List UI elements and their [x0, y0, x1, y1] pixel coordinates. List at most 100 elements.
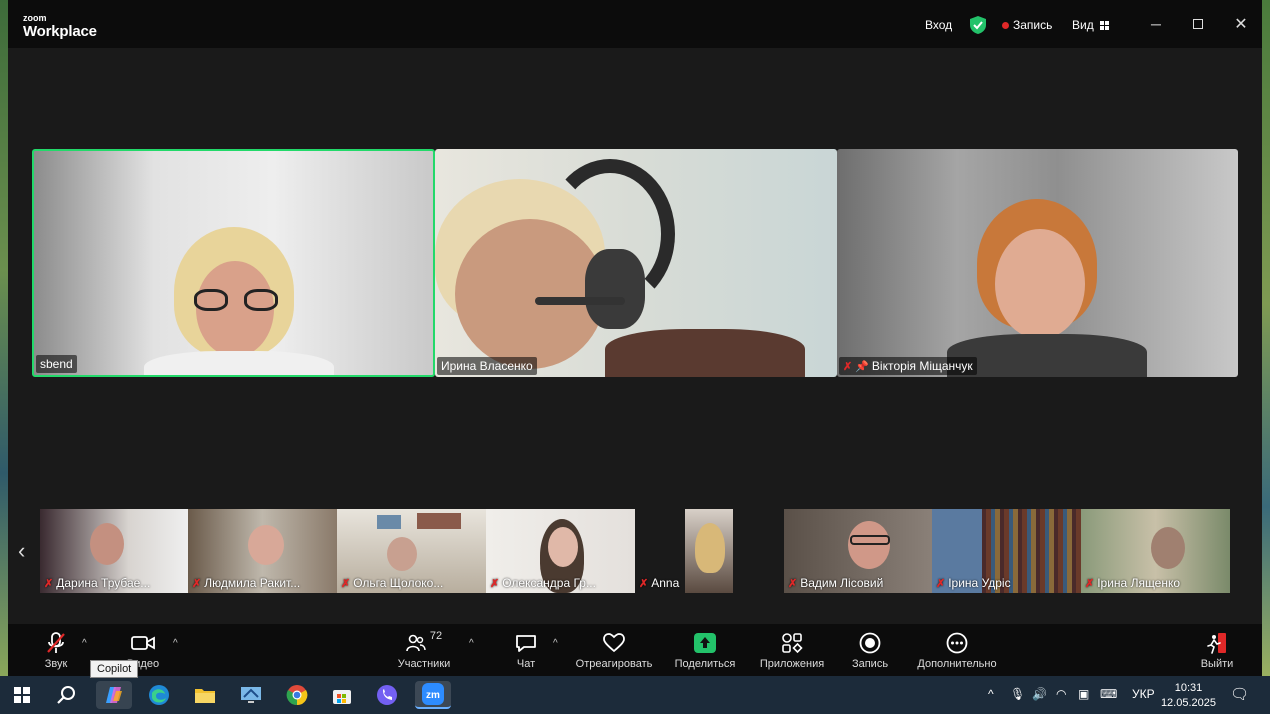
- desktop-wallpaper-left: [0, 0, 8, 676]
- chrome-button[interactable]: [279, 681, 315, 709]
- copilot-button[interactable]: [96, 681, 132, 709]
- participant-body: [144, 351, 334, 375]
- tray-mic-icon[interactable]: 🎙: [1010, 687, 1025, 701]
- view-button[interactable]: Вид: [1072, 18, 1109, 32]
- file-explorer-button[interactable]: [187, 681, 223, 709]
- recording-status[interactable]: Запись: [1002, 18, 1052, 32]
- apps-label: Приложения: [759, 658, 825, 670]
- react-button[interactable]: Отреагировать: [569, 630, 659, 670]
- participants-caret-icon[interactable]: ^: [469, 638, 474, 649]
- more-label: Дополнительно: [917, 658, 997, 670]
- chrome-icon: [286, 685, 308, 706]
- mic-muted-icon: ✗: [639, 577, 649, 590]
- heart-icon: [603, 630, 625, 656]
- mic-muted-icon: ✗: [1085, 577, 1095, 590]
- strip-tile[interactable]: ✗ Ольга Щолоко...: [337, 509, 486, 593]
- clock-time: 10:31: [1174, 682, 1203, 694]
- leave-door-icon: [1206, 630, 1228, 656]
- zoom-app-button[interactable]: zm: [415, 681, 451, 709]
- mic-muted-icon: ✗: [44, 577, 54, 590]
- store-icon: [333, 690, 351, 704]
- participant-name: Дарина Трубае...: [56, 576, 151, 590]
- close-button[interactable]: ✕: [1229, 12, 1253, 36]
- glasses-left: [194, 289, 228, 311]
- meeting-toolbar: Звук ^ Видео ^ 72 Участники ^ Чат ^ Отре…: [8, 624, 1262, 676]
- notifications-icon[interactable]: 🗨: [1230, 685, 1249, 703]
- wifi-icon[interactable]: ◠: [1056, 687, 1066, 701]
- zoom-window: zoom Workplace Вход Запись Вид ─ ✕ sbend…: [8, 0, 1262, 676]
- participant-name: Вадим Лісовий: [800, 576, 884, 590]
- clock[interactable]: 10:31 12.05.2025: [1161, 681, 1216, 711]
- record-button[interactable]: Запись: [825, 630, 915, 670]
- record-label: Запись: [851, 658, 889, 670]
- video-tile-viktoriia-mishchanchuk[interactable]: ✗ 📌 Віктoрія Міщанчук: [837, 149, 1238, 377]
- security-shield-icon[interactable]: [970, 16, 986, 37]
- video-tile-iryna-vlasenko[interactable]: Ирина Власенко: [435, 149, 837, 377]
- chat-caret-icon[interactable]: ^: [553, 638, 558, 649]
- camera-tray-icon[interactable]: ▣: [1078, 687, 1089, 701]
- recording-label: Запись: [1013, 18, 1053, 32]
- apps-button[interactable]: Приложения: [747, 630, 837, 670]
- participant-name: Ірина Лященко: [1097, 576, 1181, 590]
- strip-tile[interactable]: ✗ Олександра Гр...: [486, 509, 635, 593]
- strip-tile[interactable]: ✗ Дарина Трубае...: [40, 509, 188, 593]
- participants-button[interactable]: 72 Участники: [379, 630, 469, 670]
- prev-page-chevron-icon[interactable]: ‹: [18, 538, 25, 564]
- copilot-tooltip: Copilot: [90, 660, 139, 678]
- title-bar: zoom Workplace Вход Запись Вид ─ ✕: [8, 0, 1262, 48]
- language-indicator[interactable]: УКР: [1132, 687, 1155, 701]
- video-tile-sbend[interactable]: sbend: [32, 149, 435, 377]
- participant-face: [248, 525, 284, 565]
- viber-button[interactable]: [369, 681, 405, 709]
- strip-tile[interactable]: ✗ Ірина Лященко: [1081, 509, 1230, 593]
- participant-face: [548, 527, 578, 567]
- chat-icon: [515, 630, 537, 656]
- keyboard-icon[interactable]: ⌨: [1100, 687, 1117, 701]
- minimize-button[interactable]: ─: [1144, 12, 1168, 36]
- wall-pictures: [417, 513, 461, 529]
- more-button[interactable]: Дополнительно: [912, 630, 1002, 670]
- start-button[interactable]: [4, 681, 40, 709]
- chat-button[interactable]: Чат: [481, 630, 571, 670]
- participant-name: Віктoрія Міщанчук: [871, 359, 973, 373]
- copilot-icon: [106, 687, 122, 703]
- chat-label: Чат: [516, 658, 536, 670]
- tray-overflow-chevron-icon[interactable]: ^: [988, 687, 994, 701]
- view-label: Вид: [1072, 18, 1094, 32]
- edge-browser-button[interactable]: [141, 681, 177, 709]
- participant-name-tag: Ирина Власенко: [437, 357, 537, 375]
- participant-name-tag: ✗ Ольга Щолоко...: [341, 576, 443, 590]
- more-dots-icon: [946, 630, 968, 656]
- audio-options-caret-icon[interactable]: ^: [82, 638, 87, 649]
- participant-face: [848, 521, 890, 569]
- remote-desktop-button[interactable]: [233, 681, 269, 709]
- windows-taskbar: zm ^ 🎙 🔊 ◠ ▣ ⌨ УКР 10:31 12.05.2025 🗨: [0, 676, 1270, 714]
- mic-muted-icon: ✗: [788, 577, 798, 590]
- participant-name: Олександра Гр...: [502, 576, 596, 590]
- signin-button[interactable]: Вход: [925, 18, 952, 32]
- pin-icon: 📌: [855, 360, 869, 373]
- volume-icon[interactable]: 🔊: [1032, 687, 1047, 701]
- participant-name: Ирина Власенко: [441, 359, 533, 373]
- clock-date: 12.05.2025: [1160, 697, 1216, 709]
- video-options-caret-icon[interactable]: ^: [173, 638, 178, 649]
- search-button[interactable]: [49, 681, 85, 709]
- react-label: Отреагировать: [575, 658, 653, 670]
- strip-tile[interactable]: ✗ Людмила Ракит...: [188, 509, 337, 593]
- participant-name-tag: ✗ 📌 Віктoрія Міщанчук: [839, 357, 977, 375]
- strip-tile[interactable]: ✗ Anna: [635, 509, 784, 593]
- monitor-icon: [241, 687, 261, 703]
- maximize-button[interactable]: [1186, 12, 1210, 36]
- strip-tile[interactable]: ✗ Вадим Лісовий: [784, 509, 932, 593]
- participants-count: 72: [429, 630, 443, 642]
- share-button[interactable]: Поделиться: [660, 630, 750, 670]
- strip-tile[interactable]: ✗ Ірина Удріс: [932, 509, 1081, 593]
- search-icon: [57, 686, 75, 704]
- store-button[interactable]: [324, 681, 360, 709]
- video-stage: sbend Ирина Власенко ✗ 📌 Віктoрія Міщанч…: [8, 48, 1262, 624]
- leave-button[interactable]: Выйти: [1172, 630, 1262, 670]
- share-screen-icon: [694, 630, 716, 656]
- participants-label: Участники: [397, 658, 451, 670]
- audio-button[interactable]: Звук: [11, 630, 101, 670]
- participant-name-tag: ✗ Дарина Трубае...: [44, 576, 150, 590]
